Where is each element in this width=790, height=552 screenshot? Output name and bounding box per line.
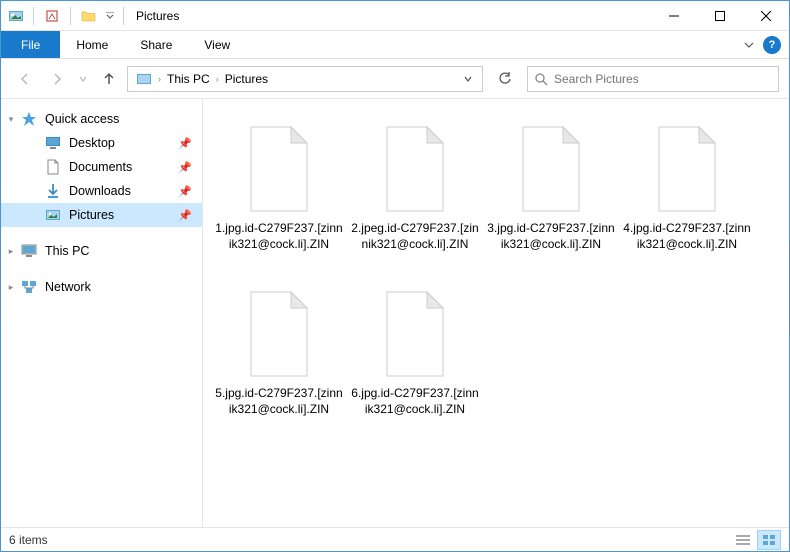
sidebar-item-desktop[interactable]: Desktop 📌 bbox=[1, 131, 202, 155]
computer-icon bbox=[21, 243, 37, 259]
large-icons-view-button[interactable] bbox=[757, 530, 781, 550]
file-icon bbox=[231, 286, 327, 382]
sidebar-item-label: Pictures bbox=[69, 208, 114, 222]
sidebar-item-label: Desktop bbox=[69, 136, 115, 150]
file-item[interactable]: 3.jpg.id-C279F237.[zinnik321@cock.li].ZI… bbox=[483, 115, 619, 280]
sidebar-item-label: Network bbox=[45, 280, 91, 294]
sidebar-network[interactable]: ▸ Network bbox=[1, 275, 202, 299]
qat-customize-button[interactable] bbox=[103, 5, 117, 27]
file-item[interactable]: 2.jpeg.id-C279F237.[zinnik321@cock.li].Z… bbox=[347, 115, 483, 280]
sidebar-item-label: Documents bbox=[69, 160, 132, 174]
minimize-button[interactable] bbox=[651, 1, 697, 31]
help-button[interactable]: ? bbox=[763, 36, 781, 54]
ribbon-expand-button[interactable] bbox=[739, 35, 759, 55]
app-icon bbox=[5, 5, 27, 27]
share-tab[interactable]: Share bbox=[124, 31, 188, 58]
file-name-label: 3.jpg.id-C279F237.[zinnik321@cock.li].ZI… bbox=[487, 221, 615, 252]
sidebar-this-pc[interactable]: ▸ This PC bbox=[1, 239, 202, 263]
documents-icon bbox=[45, 159, 61, 175]
breadcrumb-pictures[interactable]: Pictures bbox=[221, 67, 272, 91]
file-item[interactable]: 4.jpg.id-C279F237.[zinnik321@cock.li].ZI… bbox=[619, 115, 755, 280]
item-count: 6 items bbox=[9, 533, 48, 547]
sidebar-item-label: This PC bbox=[45, 244, 89, 258]
downloads-icon bbox=[45, 183, 61, 199]
recent-locations-button[interactable] bbox=[75, 65, 91, 93]
file-icon bbox=[367, 121, 463, 217]
pictures-icon bbox=[45, 207, 61, 223]
sidebar-quick-access[interactable]: ▾ Quick access bbox=[1, 107, 202, 131]
network-icon bbox=[21, 279, 37, 295]
window-title: Pictures bbox=[136, 9, 179, 23]
forward-button[interactable] bbox=[43, 65, 71, 93]
file-item[interactable]: 1.jpg.id-C279F237.[zinnik321@cock.li].ZI… bbox=[211, 115, 347, 280]
back-button[interactable] bbox=[11, 65, 39, 93]
sidebar-item-label: Downloads bbox=[69, 184, 131, 198]
pin-icon: 📌 bbox=[178, 137, 192, 150]
file-icon bbox=[503, 121, 599, 217]
sidebar-item-documents[interactable]: Documents 📌 bbox=[1, 155, 202, 179]
address-row: › This PC › Pictures bbox=[1, 59, 789, 99]
chevron-right-icon[interactable]: › bbox=[214, 74, 221, 84]
breadcrumb-root[interactable] bbox=[132, 67, 156, 91]
file-item[interactable]: 5.jpg.id-C279F237.[zinnik321@cock.li].ZI… bbox=[211, 280, 347, 445]
sidebar-item-label: Quick access bbox=[45, 112, 119, 126]
chevron-down-icon[interactable]: ▾ bbox=[5, 114, 17, 125]
file-item[interactable]: 6.jpg.id-C279F237.[zinnik321@cock.li].ZI… bbox=[347, 280, 483, 445]
file-name-label: 5.jpg.id-C279F237.[zinnik321@cock.li].ZI… bbox=[215, 386, 343, 417]
file-name-label: 4.jpg.id-C279F237.[zinnik321@cock.li].ZI… bbox=[623, 221, 751, 252]
chevron-right-icon[interactable]: ▸ bbox=[5, 282, 17, 293]
file-name-label: 1.jpg.id-C279F237.[zinnik321@cock.li].ZI… bbox=[215, 221, 343, 252]
close-button[interactable] bbox=[743, 1, 789, 31]
file-name-label: 6.jpg.id-C279F237.[zinnik321@cock.li].ZI… bbox=[351, 386, 479, 417]
file-view[interactable]: 1.jpg.id-C279F237.[zinnik321@cock.li].ZI… bbox=[203, 99, 789, 527]
status-bar: 6 items bbox=[1, 527, 789, 551]
qat-properties-button[interactable] bbox=[40, 5, 64, 27]
file-icon bbox=[367, 286, 463, 382]
pin-icon: 📌 bbox=[178, 161, 192, 174]
desktop-icon bbox=[45, 135, 61, 151]
address-bar[interactable]: › This PC › Pictures bbox=[127, 66, 483, 92]
maximize-button[interactable] bbox=[697, 1, 743, 31]
sidebar-item-pictures[interactable]: Pictures 📌 bbox=[1, 203, 202, 227]
address-dropdown-button[interactable] bbox=[458, 70, 478, 88]
pin-icon: 📌 bbox=[178, 209, 192, 222]
sidebar-item-downloads[interactable]: Downloads 📌 bbox=[1, 179, 202, 203]
up-button[interactable] bbox=[95, 65, 123, 93]
refresh-button[interactable] bbox=[491, 66, 519, 92]
file-icon bbox=[231, 121, 327, 217]
titlebar: Pictures bbox=[1, 1, 789, 31]
file-name-label: 2.jpeg.id-C279F237.[zinnik321@cock.li].Z… bbox=[351, 221, 479, 252]
details-view-button[interactable] bbox=[731, 530, 755, 550]
breadcrumb-this-pc[interactable]: This PC bbox=[163, 67, 214, 91]
search-icon bbox=[534, 72, 548, 86]
chevron-right-icon[interactable]: › bbox=[156, 74, 163, 84]
file-icon bbox=[639, 121, 735, 217]
ribbon: File Home Share View ? bbox=[1, 31, 789, 59]
navigation-pane: ▾ Quick access Desktop 📌 Documents 📌 Dow… bbox=[1, 99, 203, 527]
file-tab[interactable]: File bbox=[1, 31, 60, 58]
search-box[interactable] bbox=[527, 66, 779, 92]
chevron-right-icon[interactable]: ▸ bbox=[5, 246, 17, 257]
star-icon bbox=[21, 111, 37, 127]
qat-new-folder-button[interactable] bbox=[77, 5, 101, 27]
search-input[interactable] bbox=[554, 72, 772, 86]
home-tab[interactable]: Home bbox=[60, 31, 124, 58]
pin-icon: 📌 bbox=[178, 185, 192, 198]
view-tab[interactable]: View bbox=[188, 31, 246, 58]
